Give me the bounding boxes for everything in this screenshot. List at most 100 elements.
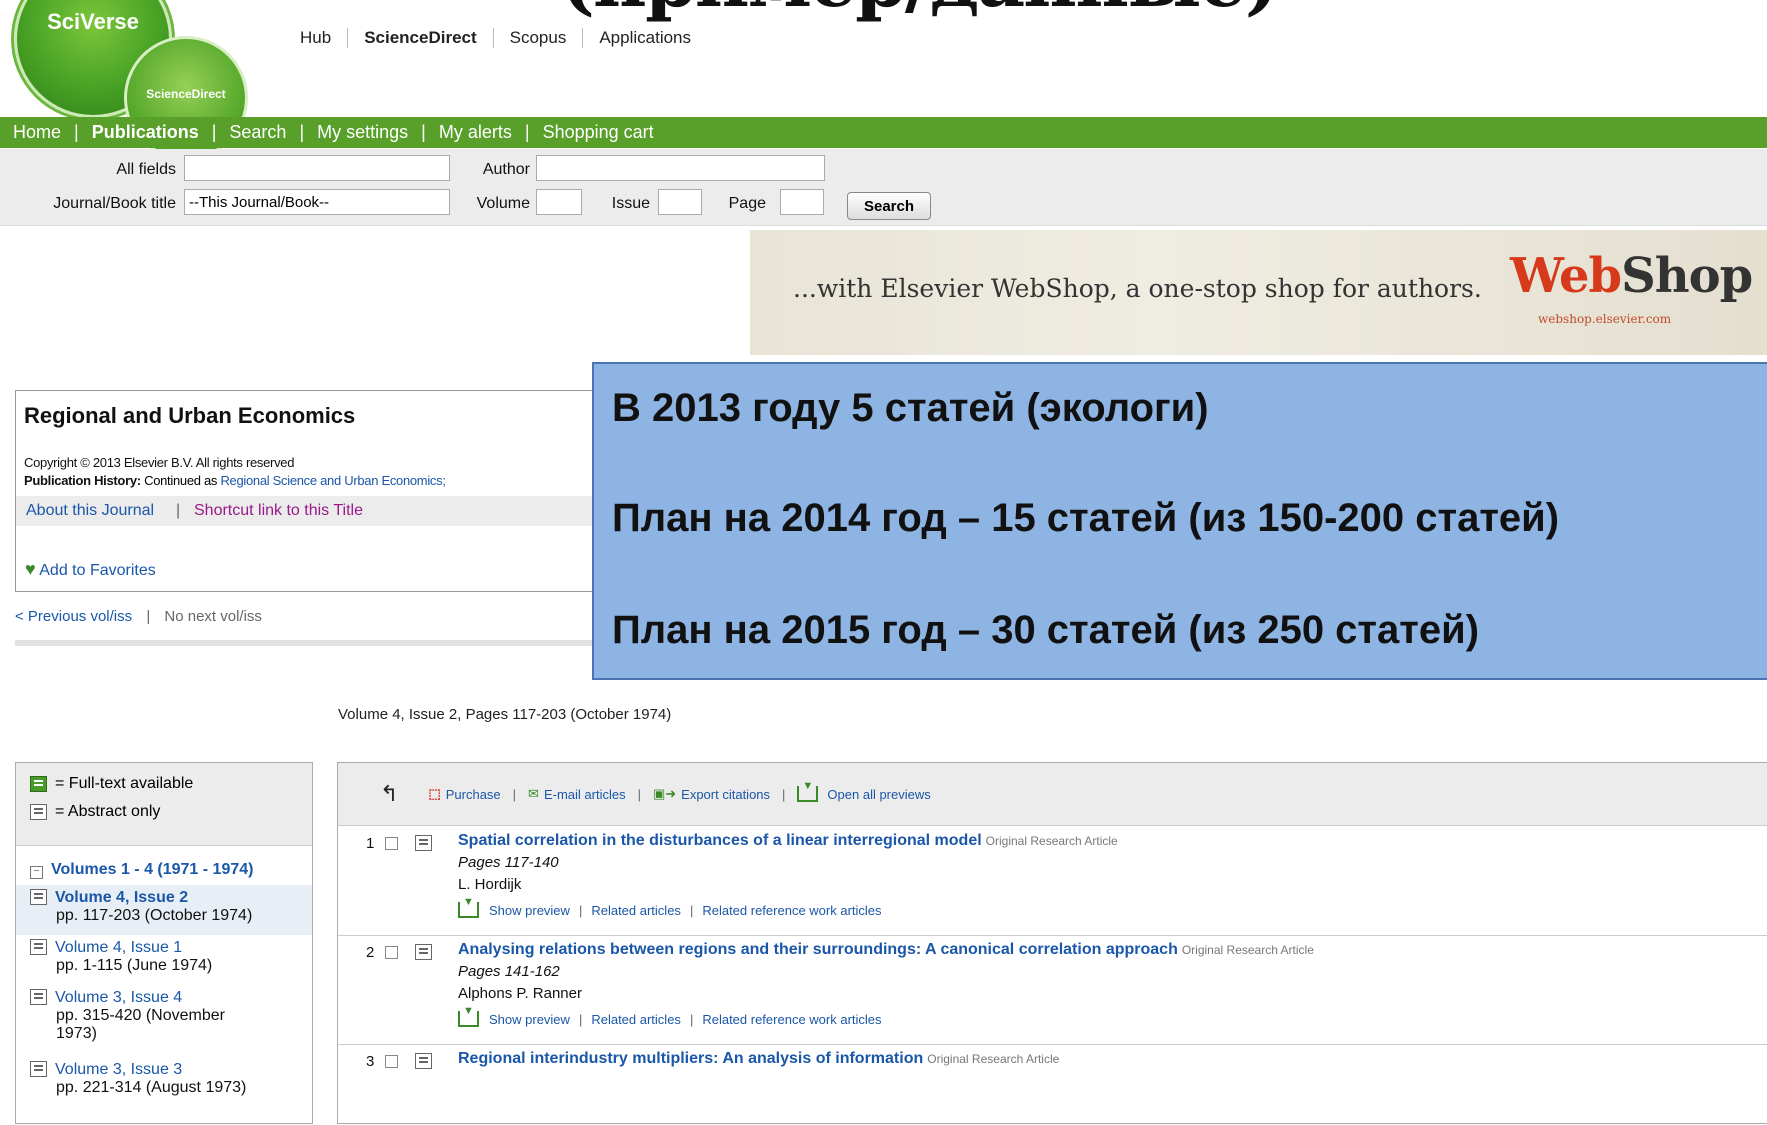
show-preview-link[interactable]: Show preview bbox=[489, 903, 570, 918]
top-nav-scopus[interactable]: Scopus bbox=[492, 28, 583, 48]
journal-copyright: Copyright © 2013 Elsevier B.V. All right… bbox=[24, 455, 295, 470]
author-input[interactable] bbox=[536, 155, 825, 181]
nav-my-settings[interactable]: My settings bbox=[304, 122, 421, 143]
journal-links: About this Journal | Shortcut link to th… bbox=[16, 496, 596, 526]
article-toolbar: ↰ ⬚ Purchase | ✉ E-mail articles | ▣➜ Expor… bbox=[338, 763, 1767, 826]
top-nav-applications[interactable]: Applications bbox=[582, 28, 707, 48]
abstract-icon bbox=[415, 1053, 432, 1069]
page-label: Page bbox=[728, 195, 766, 212]
author-label: Author bbox=[482, 161, 530, 178]
issue-heading: Volume 4, Issue 2, Pages 117-203 (Octobe… bbox=[338, 706, 672, 723]
abstract-icon bbox=[30, 989, 47, 1005]
show-preview-link[interactable]: Show preview bbox=[489, 1012, 570, 1027]
top-nav-sciencedirect[interactable]: ScienceDirect bbox=[347, 28, 492, 48]
full-text-icon bbox=[30, 776, 47, 792]
volume-input[interactable] bbox=[536, 189, 582, 215]
volume-item[interactable]: Volume 4, Issue 1 pp. 1-115 (June 1974) bbox=[30, 939, 306, 975]
heart-icon: ♥ bbox=[25, 559, 36, 579]
about-journal-link[interactable]: About this Journal bbox=[26, 502, 154, 520]
banner-url: webshop.elsevier.com bbox=[1538, 312, 1672, 326]
related-articles-link[interactable]: Related articles bbox=[591, 903, 681, 918]
volume-sidebar: = Full-text available = Abstract only − V… bbox=[15, 762, 313, 1124]
article-row: 3 Regional interindustry multipliers: An… bbox=[366, 1050, 1060, 1070]
slide-title-fragment: (пример/данные) bbox=[560, 0, 1280, 24]
previous-vol-link[interactable]: < Previous vol/iss bbox=[15, 608, 132, 625]
volume-label: Volume bbox=[476, 195, 530, 212]
vol-navigation: < Previous vol/iss | No next vol/iss bbox=[15, 608, 262, 625]
main-nav-bar: Home | Publications | Search | My settings |… bbox=[0, 117, 1767, 148]
article-checkbox[interactable] bbox=[385, 946, 398, 959]
all-fields-input[interactable] bbox=[184, 155, 450, 181]
issue-input[interactable] bbox=[658, 189, 702, 215]
article-row: 1 Spatial correlation in the disturbance… bbox=[338, 827, 1767, 936]
preview-icon bbox=[797, 780, 819, 802]
legend-full: = Full-text available bbox=[55, 775, 194, 792]
continued-as-link[interactable]: Regional Science and Urban Economics; bbox=[220, 473, 446, 488]
volume-group[interactable]: − Volumes 1 - 4 (1971 - 1974) bbox=[30, 861, 253, 879]
article-author: Alphons P. Ranner bbox=[458, 985, 582, 1002]
volume-item[interactable]: Volume 3, Issue 4 pp. 315-420 (November … bbox=[30, 989, 306, 1043]
article-title-link[interactable]: Spatial correlation in the disturbances … bbox=[458, 832, 1118, 850]
article-list-panel: ↰ ⬚ Purchase | ✉ E-mail articles | ▣➜ Expor… bbox=[337, 762, 1767, 1124]
article-pages: Pages 141-162 bbox=[458, 963, 560, 980]
volume-item-current[interactable]: Volume 4, Issue 2 pp. 117-203 (October 1… bbox=[16, 885, 312, 935]
legend: = Full-text available = Abstract only bbox=[16, 763, 312, 846]
shortcut-link[interactable]: Shortcut link to this Title bbox=[194, 502, 363, 520]
preview-icon bbox=[458, 1005, 479, 1027]
open-all-previews-button[interactable]: Open all previews bbox=[797, 780, 931, 802]
article-row: 2 Analysing relations between regions an… bbox=[338, 936, 1767, 1045]
top-nav-hub[interactable]: Hub bbox=[300, 28, 347, 48]
envelope-icon: ✉ bbox=[528, 786, 539, 801]
related-reference-link[interactable]: Related reference work articles bbox=[702, 903, 881, 918]
article-checkbox[interactable] bbox=[385, 1055, 398, 1068]
abstract-icon bbox=[30, 804, 47, 820]
abstract-icon bbox=[415, 835, 432, 851]
journal-title-input[interactable] bbox=[184, 189, 450, 215]
article-author: L. Hordijk bbox=[458, 876, 522, 893]
journal-title: Regional and Urban Economics bbox=[24, 403, 356, 428]
purchase-button[interactable]: ⬚ Purchase bbox=[428, 786, 500, 802]
abstract-icon bbox=[30, 939, 47, 955]
journal-title-label: Journal/Book title bbox=[53, 195, 176, 212]
sciverse-logo-text: SciVerse bbox=[47, 9, 139, 34]
nav-home[interactable]: Home bbox=[0, 122, 74, 143]
select-all-arrow-icon[interactable]: ↰ bbox=[380, 781, 398, 807]
issue-label: Issue bbox=[611, 195, 650, 212]
search-button[interactable]: Search bbox=[847, 192, 931, 220]
nav-my-alerts[interactable]: My alerts bbox=[426, 122, 525, 143]
webshop-banner[interactable]: ...with Elsevier WebShop, a one-stop sho… bbox=[750, 230, 1767, 355]
page-input[interactable] bbox=[780, 189, 824, 215]
nav-search[interactable]: Search bbox=[216, 122, 299, 143]
abstract-icon bbox=[30, 1061, 47, 1077]
journal-info-box: Regional and Urban Economics Copyright ©… bbox=[15, 390, 597, 592]
webshop-logo: WebShop bbox=[1510, 248, 1753, 304]
sciencedirect-logo-text: ScienceDirect bbox=[146, 87, 226, 101]
slide-annotation-box: В 2013 году 5 статей (экологи) План на 2… bbox=[592, 362, 1767, 680]
nav-publications[interactable]: Publications bbox=[79, 122, 212, 143]
add-to-favorites[interactable]: ♥ Add to Favorites bbox=[25, 559, 156, 580]
article-pages: Pages 117-140 bbox=[458, 854, 559, 871]
publication-history: Publication History: Continued as Region… bbox=[24, 473, 446, 488]
article-title-link[interactable]: Regional interindustry multipliers: An a… bbox=[458, 1050, 1059, 1068]
pdf-icon: ⬚ bbox=[428, 786, 441, 801]
annotation-line-2: План на 2014 год – 15 статей (из 150-200… bbox=[612, 496, 1560, 540]
banner-text: ...with Elsevier WebShop, a one-stop sho… bbox=[793, 274, 1482, 303]
related-reference-link[interactable]: Related reference work articles bbox=[702, 1012, 881, 1027]
volume-item[interactable]: Volume 3, Issue 3 pp. 221-314 (August 19… bbox=[30, 1061, 306, 1097]
preview-icon bbox=[458, 896, 479, 918]
annotation-line-3: План на 2015 год – 30 статей (из 250 ста… bbox=[612, 608, 1480, 652]
article-checkbox[interactable] bbox=[385, 837, 398, 850]
email-articles-button[interactable]: ✉ E-mail articles bbox=[528, 786, 626, 802]
abstract-icon bbox=[30, 889, 47, 905]
no-next-vol: No next vol/iss bbox=[164, 608, 262, 625]
collapse-icon: − bbox=[30, 866, 43, 879]
nav-shopping-cart[interactable]: Shopping cart bbox=[530, 122, 667, 143]
all-fields-label: All fields bbox=[116, 161, 176, 178]
article-title-link[interactable]: Analysing relations between regions and … bbox=[458, 941, 1314, 959]
export-citations-button[interactable]: ▣➜ Export citations bbox=[653, 786, 770, 802]
divider bbox=[15, 640, 595, 646]
related-articles-link[interactable]: Related articles bbox=[591, 1012, 681, 1027]
legend-abstract: = Abstract only bbox=[55, 803, 161, 820]
export-icon: ▣➜ bbox=[652, 786, 677, 801]
abstract-icon bbox=[415, 944, 432, 960]
